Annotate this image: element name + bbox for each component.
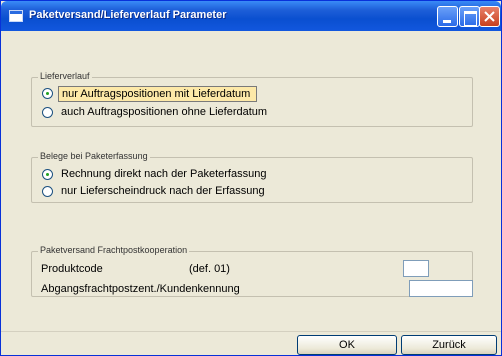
maximize-button[interactable]	[459, 6, 480, 27]
radio-button[interactable]	[42, 186, 53, 197]
radio-label: auch Auftragspositionen ohne Lieferdatum	[61, 106, 268, 118]
group-label-paketversand: Paketversand Frachtpostkooperation	[38, 245, 190, 255]
window-title: Paketversand/Lieferverlauf Parameter	[29, 9, 227, 21]
ok-button[interactable]: OK	[297, 335, 397, 355]
group-belege: Belege bei Paketerfassung Rechnung direk…	[31, 151, 473, 203]
title-bar[interactable]: Paketversand/Lieferverlauf Parameter	[1, 1, 501, 31]
close-icon	[484, 11, 495, 22]
produktcode-label: Produktcode	[41, 263, 103, 275]
abgang-label: Abgangsfrachtpostzent./Kundenkennung	[41, 283, 240, 295]
close-button[interactable]	[479, 6, 500, 27]
radio-button[interactable]	[42, 88, 53, 99]
radio-label: Rechnung direkt nach der Paketerfassung	[61, 168, 267, 180]
window-app-icon	[9, 10, 23, 22]
minimize-button[interactable]	[437, 6, 458, 27]
radio-option-mit-lieferdatum[interactable]: nur Auftragspositionen mit Lieferdatum	[42, 85, 462, 103]
radio-label: nur Lieferscheindruck nach der Erfassung	[61, 185, 265, 197]
radio-button[interactable]	[42, 107, 53, 118]
group-label-lieferverlauf: Lieferverlauf	[38, 71, 92, 81]
produktcode-field[interactable]	[403, 260, 429, 277]
radio-button[interactable]	[42, 169, 53, 180]
dialog-window: Paketversand/Lieferverlauf Parameter Lie…	[0, 0, 502, 356]
radio-option-rechnung[interactable]: Rechnung direkt nach der Paketerfassung	[42, 166, 462, 184]
group-lieferverlauf: Lieferverlauf nur Auftragspositionen mit…	[31, 71, 473, 127]
radio-label: nur Auftragspositionen mit Lieferdatum	[58, 86, 258, 102]
produktcode-default-hint: (def. 01)	[189, 263, 230, 275]
radio-option-lieferschein[interactable]: nur Lieferscheindruck nach der Erfassung	[42, 183, 462, 201]
abgang-kundenkennung-field[interactable]	[409, 280, 473, 297]
group-label-belege: Belege bei Paketerfassung	[38, 151, 150, 161]
back-button[interactable]: Zurück	[401, 335, 497, 355]
radio-option-ohne-lieferdatum[interactable]: auch Auftragspositionen ohne Lieferdatum	[42, 104, 462, 122]
